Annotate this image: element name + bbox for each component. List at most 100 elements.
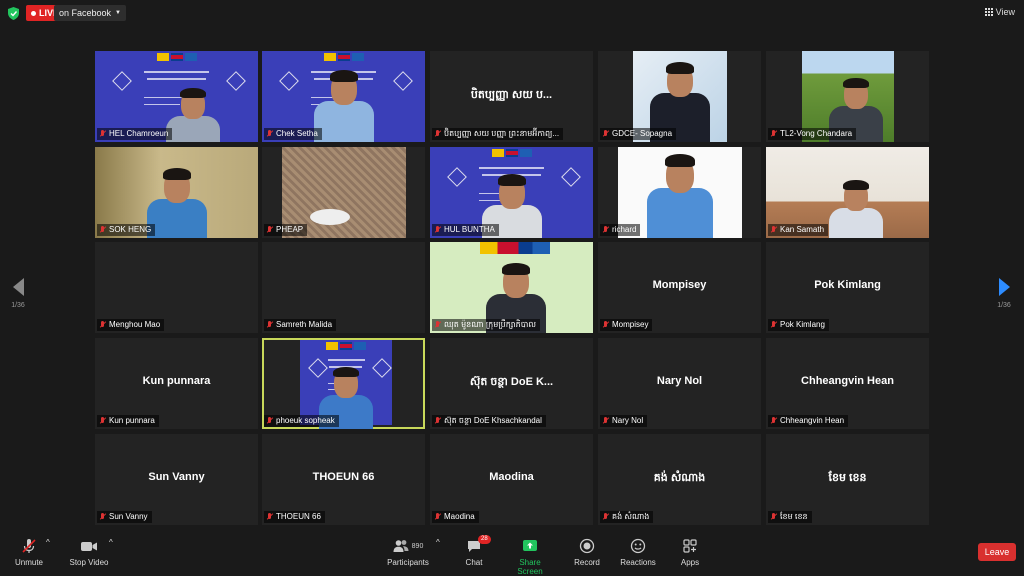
participant-tile[interactable]: Kan Samath xyxy=(766,147,929,238)
unmute-button[interactable]: Unmute xyxy=(14,538,44,567)
participant-display-name: Maodina xyxy=(489,471,534,483)
participant-name-label: richard xyxy=(600,224,641,236)
participant-name-label: គង់ សំណាង xyxy=(600,511,654,523)
stop-video-label: Stop Video xyxy=(69,558,109,567)
participant-tile[interactable]: Menghou Mao xyxy=(95,242,258,333)
participant-tile[interactable]: HEL Chamroeun xyxy=(95,51,258,142)
participant-display-name: ខែម ខេន xyxy=(828,472,867,484)
stream-destination-dropdown[interactable]: on Facebook ▼ xyxy=(54,5,126,21)
participant-name: Nary Nol xyxy=(612,416,644,425)
participant-tile[interactable]: GDCE- Sopagna xyxy=(598,51,761,142)
view-button[interactable]: View xyxy=(984,7,1015,17)
participant-name-label: Maodina xyxy=(432,511,479,523)
record-button[interactable]: Record xyxy=(573,538,601,567)
chat-label: Chat xyxy=(465,558,483,567)
participant-tile[interactable]: Chheangvin Hean Chheangvin Hean xyxy=(766,338,929,429)
participant-tile[interactable]: Sun Vanny Sun Vanny xyxy=(95,434,258,525)
participant-name: គង់ សំណាង xyxy=(612,512,650,521)
shield-icon[interactable] xyxy=(8,7,19,20)
participant-name-label: Chek Setha xyxy=(264,128,322,140)
participant-name-label: Kun punnara xyxy=(97,415,159,427)
participant-name: Sun Vanny xyxy=(109,512,148,521)
participant-tile[interactable]: ស៊ុត ចន្ថា DoE K... ស៊ុត ចន្ថា DoE Khsach… xyxy=(430,338,593,429)
participant-name: TL2-Vong Chandara xyxy=(780,129,853,138)
page-indicator-right: 1/36 xyxy=(997,302,1011,309)
chat-unread-badge: 28 xyxy=(478,535,491,544)
participant-tile[interactable]: phoeuk sopheak xyxy=(262,338,425,429)
participant-tile[interactable]: richard xyxy=(598,147,761,238)
microphone-muted-icon xyxy=(99,417,106,425)
leave-button[interactable]: Leave xyxy=(978,543,1016,561)
participant-name-label: Sun Vanny xyxy=(97,511,152,523)
participant-display-name: Pok Kimlang xyxy=(814,279,881,291)
participant-tile[interactable]: THOEUN 66 THOEUN 66 xyxy=(262,434,425,525)
microphone-muted-icon xyxy=(434,417,441,425)
participant-name-label: Chheangvin Hean xyxy=(768,415,849,427)
next-page-button[interactable]: 1/36 xyxy=(992,278,1016,309)
participant-display-name: Sun Vanny xyxy=(148,471,205,483)
participant-display-name: Mompisey xyxy=(652,279,707,291)
flags-image xyxy=(480,242,550,254)
microphone-muted-icon xyxy=(434,226,441,234)
participant-tile[interactable]: HUL BUNTHA xyxy=(430,147,593,238)
participant-tile[interactable]: បិតប្បញ្ញា សយ ប... ប៊ិតប្បញ្ញា សយ បញ្ញា ព… xyxy=(430,51,593,142)
apps-button[interactable]: Apps xyxy=(678,538,702,567)
microphone-muted-icon xyxy=(770,321,777,329)
microphone-muted-icon xyxy=(99,130,106,138)
participant-name: SOK HENG xyxy=(109,225,152,234)
participant-video-person xyxy=(636,151,724,238)
participant-video-person xyxy=(820,177,892,238)
participant-name-label: THOEUN 66 xyxy=(264,511,325,523)
stop-video-button[interactable]: Stop Video xyxy=(68,538,110,567)
participant-tile[interactable]: Mompisey Mompisey xyxy=(598,242,761,333)
apps-icon xyxy=(682,538,698,554)
participants-label: Participants xyxy=(387,558,429,567)
share-screen-label: Share Screen xyxy=(517,558,543,576)
participant-name: ស៊ុត ចន្ថា DoE Khsachkandal xyxy=(444,416,542,425)
participant-name-label: ស៊ុត ចន្ថា DoE Khsachkandal xyxy=(432,415,546,427)
participant-name-label: Pok Kimlang xyxy=(768,319,829,331)
previous-page-button[interactable]: 1/36 xyxy=(6,278,30,309)
microphone-muted-icon xyxy=(99,321,106,329)
participants-options-caret-icon[interactable]: ^ xyxy=(436,538,440,547)
participants-icon-group: 890 xyxy=(389,538,427,554)
participant-name-label: HEL Chamroeun xyxy=(97,128,173,140)
record-label: Record xyxy=(574,558,600,567)
participant-tile[interactable]: Chek Setha xyxy=(262,51,425,142)
microphone-muted-icon xyxy=(602,226,609,234)
participant-tile[interactable]: Samreth Malida xyxy=(262,242,425,333)
participant-tile[interactable]: Kun punnara Kun punnara xyxy=(95,338,258,429)
participant-tile[interactable]: Maodina Maodina xyxy=(430,434,593,525)
participant-name-label: Nary Nol xyxy=(600,415,648,427)
video-camera-icon xyxy=(80,538,98,554)
participant-tile[interactable]: ឈុត ម៉ូនណា ក្រុមប្រឹក្សាភិបាល xyxy=(430,242,593,333)
microphone-muted-icon xyxy=(770,130,777,138)
participant-name: HUL BUNTHA xyxy=(444,225,495,234)
participant-tile[interactable]: SOK HENG xyxy=(95,147,258,238)
chat-button[interactable]: 28 Chat xyxy=(461,535,491,567)
participant-name-label: Menghou Mao xyxy=(97,319,165,331)
participant-tile[interactable]: PHEAP xyxy=(262,147,425,238)
zoom-meeting-window: LIVE on Facebook ▼ View 1/36 1/36 HEL Ch… xyxy=(0,0,1024,576)
participant-name-label: GDCE- Sopagna xyxy=(600,128,677,140)
participant-tile[interactable]: គង់ សំណាង គង់ សំណាង xyxy=(598,434,761,525)
participant-name: PHEAP xyxy=(276,225,304,234)
audio-options-caret-icon[interactable]: ^ xyxy=(46,538,50,547)
microphone-muted-icon xyxy=(266,417,273,425)
smiley-icon xyxy=(630,538,646,554)
microphone-muted-icon xyxy=(770,417,777,425)
microphone-muted-icon xyxy=(434,130,441,138)
participants-button[interactable]: 890 Participants xyxy=(386,538,430,567)
view-label: View xyxy=(995,7,1015,17)
microphone-muted-icon xyxy=(434,321,441,329)
participant-tile[interactable]: ខែម ខេន ខែម ខេន xyxy=(766,434,929,525)
participant-tile[interactable]: Nary Nol Nary Nol xyxy=(598,338,761,429)
participant-tile[interactable]: Pok Kimlang Pok Kimlang xyxy=(766,242,929,333)
microphone-muted-icon xyxy=(99,226,106,234)
share-screen-button[interactable]: Share Screen xyxy=(506,538,554,576)
arrow-right-icon xyxy=(998,278,1010,296)
video-options-caret-icon[interactable]: ^ xyxy=(109,538,113,547)
participant-tile[interactable]: TL2-Vong Chandara xyxy=(766,51,929,142)
chevron-down-icon: ▼ xyxy=(115,10,121,16)
reactions-button[interactable]: Reactions xyxy=(620,538,656,567)
